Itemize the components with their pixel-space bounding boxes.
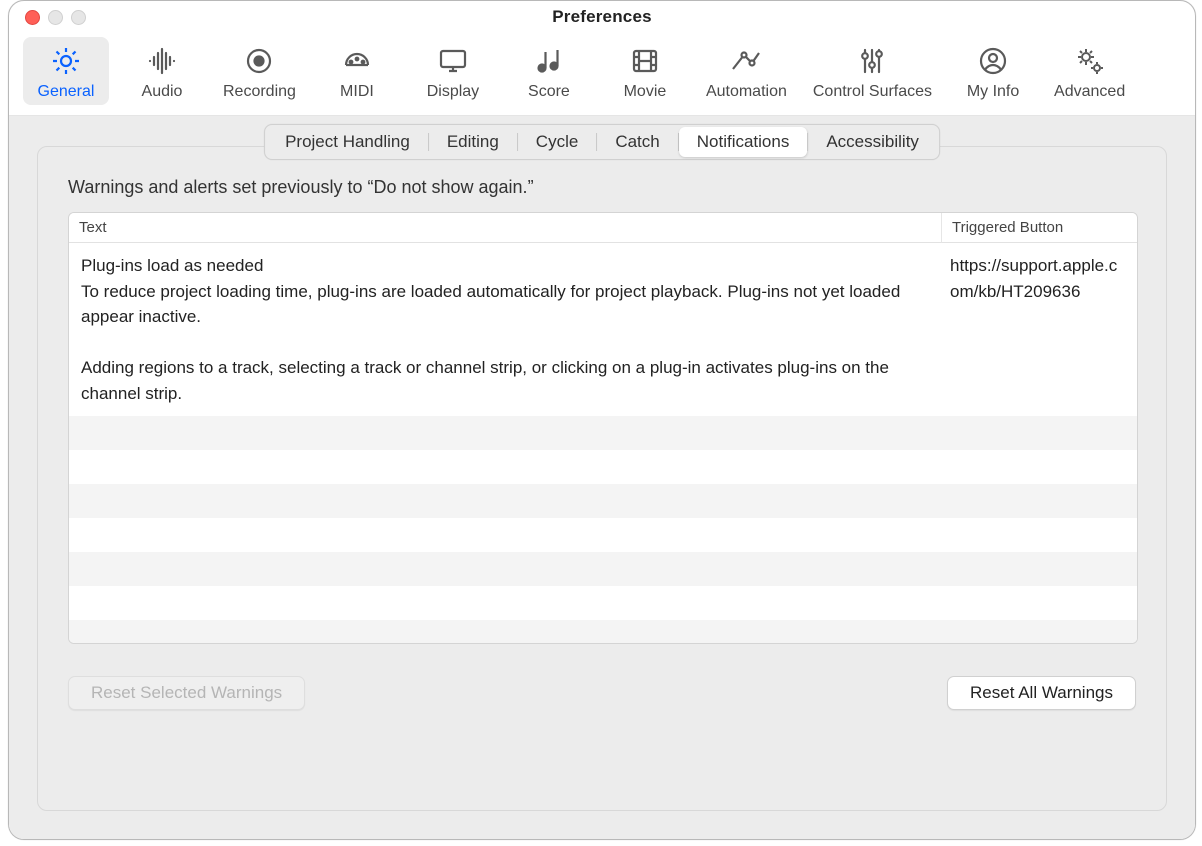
toolbar-item-advanced[interactable]: Advanced (1046, 37, 1133, 105)
toolbar-item-label: Movie (624, 83, 667, 101)
subtab-cycle[interactable]: Cycle (518, 127, 597, 157)
toolbar-item-control-surfaces[interactable]: Control Surfaces (805, 37, 940, 105)
user-circle-icon (975, 43, 1011, 79)
automation-curve-icon (728, 43, 764, 79)
subtab-catch[interactable]: Catch (597, 127, 677, 157)
toolbar-item-midi[interactable]: MIDI (314, 37, 400, 105)
toolbar-item-label: Recording (223, 83, 296, 101)
toolbar-item-audio[interactable]: Audio (119, 37, 205, 105)
toolbar-item-label: Control Surfaces (813, 83, 932, 101)
window-controls (9, 10, 86, 25)
subtab-accessibility[interactable]: Accessibility (808, 127, 937, 157)
music-notes-icon (531, 43, 567, 79)
waveform-icon (144, 43, 180, 79)
preferences-window: Preferences General Audio (8, 0, 1196, 840)
toolbar-item-label: Advanced (1054, 83, 1125, 101)
reset-selected-warnings-button: Reset Selected Warnings (68, 676, 305, 710)
gear-icon (48, 43, 84, 79)
toolbar-item-label: My Info (967, 83, 1019, 101)
reset-all-warnings-button[interactable]: Reset All Warnings (947, 676, 1136, 710)
preferences-content: Project Handling Editing Cycle Catch Not… (9, 116, 1195, 839)
toolbar-item-display[interactable]: Display (410, 37, 496, 105)
toolbar-item-label: Score (528, 83, 570, 101)
subtab-notifications[interactable]: Notifications (679, 127, 808, 157)
zoom-icon[interactable] (71, 10, 86, 25)
empty-row-stripes (69, 416, 1137, 643)
toolbar-item-label: Audio (142, 83, 183, 101)
gears-icon (1072, 43, 1108, 79)
minimize-icon[interactable] (48, 10, 63, 25)
cell-triggered: https://support.apple.com/kb/HT209636 (938, 243, 1137, 416)
general-subtabs: Project Handling Editing Cycle Catch Not… (264, 124, 940, 160)
subtab-editing[interactable]: Editing (429, 127, 517, 157)
table-row[interactable]: Plug-ins load as needed To reduce projec… (69, 243, 1137, 416)
column-header-text[interactable]: Text (69, 213, 942, 243)
faders-icon (854, 43, 890, 79)
cell-text: Plug-ins load as needed To reduce projec… (69, 243, 938, 416)
toolbar-item-score[interactable]: Score (506, 37, 592, 105)
monitor-icon (435, 43, 471, 79)
toolbar-item-movie[interactable]: Movie (602, 37, 688, 105)
window-title: Preferences (9, 7, 1195, 27)
midi-port-icon (339, 43, 375, 79)
table-header: Text Triggered Button (69, 213, 1137, 243)
record-icon (241, 43, 277, 79)
toolbar-item-label: General (38, 83, 95, 101)
toolbar-item-recording[interactable]: Recording (215, 37, 304, 105)
window-titlebar: Preferences (9, 1, 1195, 33)
notifications-panel: Warnings and alerts set previously to “D… (37, 146, 1167, 811)
toolbar-item-general[interactable]: General (23, 37, 109, 105)
toolbar-item-label: Display (427, 83, 479, 101)
panel-buttons: Reset Selected Warnings Reset All Warnin… (68, 676, 1136, 710)
preferences-toolbar: General Audio Recording (9, 33, 1195, 116)
subtab-project-handling[interactable]: Project Handling (267, 127, 428, 157)
panel-description: Warnings and alerts set previously to “D… (68, 177, 1136, 198)
toolbar-item-automation[interactable]: Automation (698, 37, 795, 105)
column-header-triggered[interactable]: Triggered Button (942, 213, 1137, 243)
toolbar-item-my-info[interactable]: My Info (950, 37, 1036, 105)
toolbar-item-label: MIDI (340, 83, 374, 101)
warnings-table: Text Triggered Button Plug-ins load as n… (68, 212, 1138, 644)
film-strip-icon (627, 43, 663, 79)
close-icon[interactable] (25, 10, 40, 25)
toolbar-item-label: Automation (706, 83, 787, 101)
table-body: Plug-ins load as needed To reduce projec… (69, 243, 1137, 643)
